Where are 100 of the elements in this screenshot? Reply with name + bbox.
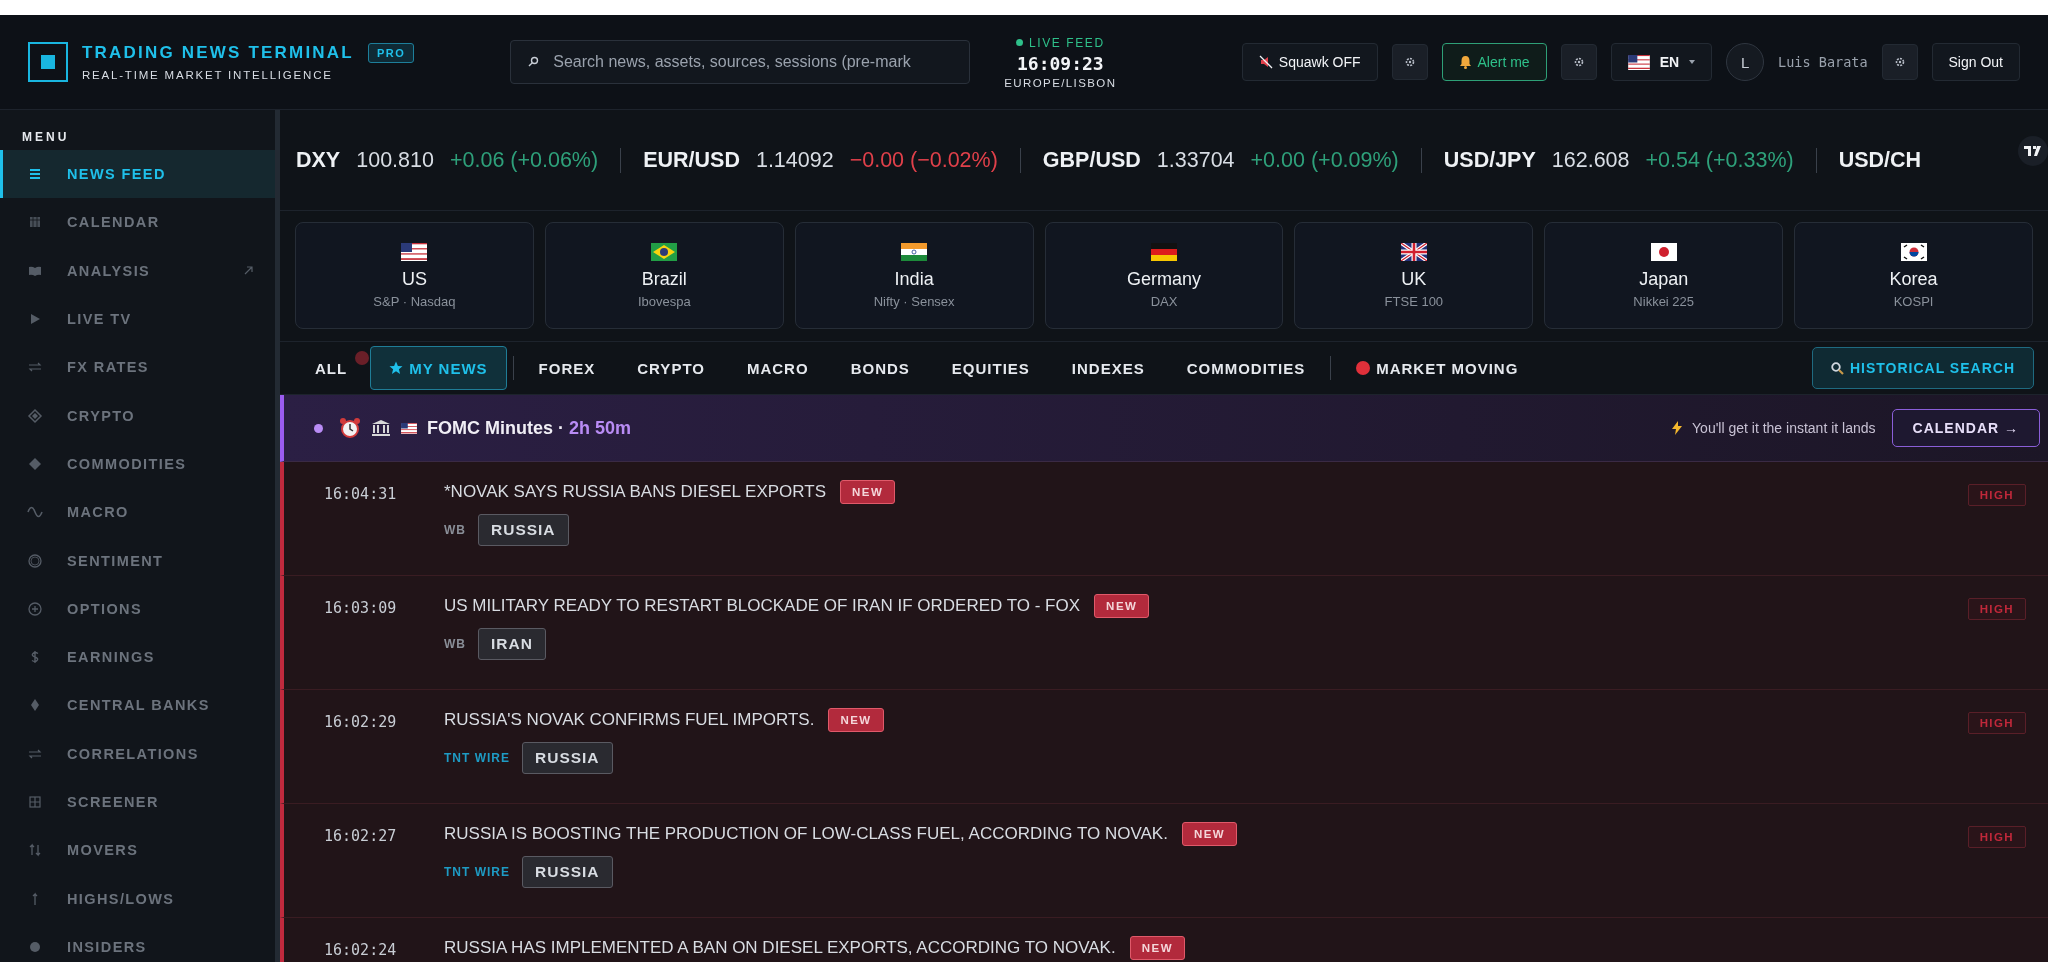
filter-tab[interactable]: MACRO bbox=[727, 346, 828, 390]
filter-tab[interactable]: INDEXES bbox=[1052, 346, 1164, 390]
user-name: Luis Barata bbox=[1778, 54, 1868, 70]
clock-time: 16:09:23 bbox=[1017, 52, 1104, 74]
news-time: 16:04:31 bbox=[324, 484, 398, 505]
filter-tab[interactable]: MARKET MOVING bbox=[1337, 346, 1538, 390]
pro-badge: PRO bbox=[367, 43, 415, 63]
sidebar-item[interactable]: MOVERS bbox=[0, 826, 275, 875]
news-tag[interactable]: IRAN bbox=[478, 628, 546, 660]
alert-settings-button[interactable] bbox=[1560, 44, 1597, 80]
new-badge: NEW bbox=[1094, 594, 1150, 618]
market-card[interactable]: US S&P · Nasdaq bbox=[295, 222, 534, 329]
sidebar-item[interactable]: ANALYSIS bbox=[0, 246, 275, 295]
ticker-price: 162.608 bbox=[1551, 147, 1630, 173]
news-headline: RUSSIA'S NOVAK CONFIRMS FUEL IMPORTS. bbox=[444, 710, 815, 730]
news-headline: *NOVAK SAYS RUSSIA BANS DIESEL EXPORTS bbox=[444, 482, 826, 502]
ticker-change: +0.06 (+0.06%) bbox=[449, 147, 599, 173]
sidebar-item[interactable]: EARNINGS bbox=[0, 632, 275, 682]
ticker-symbol: EUR/USD bbox=[643, 147, 740, 173]
language-selector[interactable]: EN bbox=[1610, 43, 1713, 81]
news-headline: US MILITARY READY TO RESTART BLOCKADE OF IRAN IF ORDERED TO - FOX bbox=[444, 596, 1081, 616]
squawk-settings-button[interactable] bbox=[1391, 44, 1428, 80]
new-badge: NEW bbox=[840, 480, 896, 504]
historical-search-button[interactable]: HISTORICAL SEARCH bbox=[1811, 347, 2034, 389]
flag-icon bbox=[1151, 242, 1177, 261]
country-name: Korea bbox=[1889, 268, 1938, 290]
index-names: Ibovespa bbox=[637, 293, 691, 309]
sidebar-item[interactable]: SCREENER bbox=[0, 777, 275, 827]
menu-icon bbox=[27, 407, 43, 424]
filter-tab[interactable]: COMMODITIES bbox=[1167, 346, 1325, 390]
search-icon bbox=[1830, 361, 1844, 375]
user-avatar[interactable]: L bbox=[1726, 43, 1765, 81]
sidebar-item[interactable]: LIVE TV bbox=[0, 294, 275, 344]
filter-tab[interactable]: CRYPTO bbox=[618, 346, 724, 390]
filter-tab[interactable]: FOREX bbox=[519, 346, 615, 390]
live-dot-icon bbox=[1015, 39, 1023, 46]
new-badge: NEW bbox=[1181, 822, 1238, 846]
country-name: UK bbox=[1401, 268, 1427, 290]
ticker-price: 1.14092 bbox=[755, 147, 834, 173]
news-tag[interactable]: RUSSIA bbox=[478, 514, 569, 546]
sign-out-button[interactable]: Sign Out bbox=[1931, 43, 2020, 81]
settings-icon bbox=[1403, 56, 1416, 68]
ticker-change: +0.54 (+0.33%) bbox=[1645, 147, 1794, 173]
filter-tab[interactable]: EQUITIES bbox=[932, 346, 1049, 390]
live-feed-label: LIVE FEED bbox=[1028, 35, 1105, 50]
sidebar-item[interactable]: FX RATES bbox=[0, 343, 275, 392]
ticker-symbol: DXY bbox=[296, 147, 341, 173]
ticker-price: 1.33704 bbox=[1156, 147, 1235, 173]
sidebar-item[interactable]: CORRELATIONS bbox=[0, 729, 275, 778]
sidebar-item[interactable]: MACRO bbox=[0, 488, 275, 537]
bank-icon bbox=[371, 419, 391, 437]
market-card[interactable]: Japan Nikkei 225 bbox=[1544, 222, 1784, 329]
index-names: DAX bbox=[1150, 293, 1178, 309]
new-badge: NEW bbox=[828, 708, 884, 732]
news-tag[interactable]: RUSSIA bbox=[522, 742, 613, 774]
search-field[interactable]: Search news, assets, sources, sessions (pre-mark bbox=[510, 40, 971, 84]
flag-icon bbox=[1627, 54, 1650, 70]
new-badge: NEW bbox=[1129, 936, 1186, 960]
news-item[interactable]: 16:02:24 RUSSIA HAS IMPLEMENTED A BAN ON DIESEL EXPORTS, ACCORDING TO NOVAK. NEW bbox=[280, 918, 2048, 962]
news-source: TNT WIRE bbox=[444, 865, 510, 879]
alert-dot-icon bbox=[1356, 361, 1371, 375]
filter-tab[interactable]: ALL bbox=[314, 346, 367, 390]
flag-icon bbox=[401, 422, 417, 434]
market-card[interactable]: India Nifty · Sensex bbox=[794, 222, 1034, 329]
market-card[interactable]: Brazil Ibovespa bbox=[544, 222, 784, 329]
news-headline: RUSSIA HAS IMPLEMENTED A BAN ON DIESEL EXPORTS, ACCORDING TO NOVAK. bbox=[444, 938, 1116, 958]
user-settings-button[interactable] bbox=[1881, 44, 1918, 80]
squawk-button[interactable]: Squawk OFF bbox=[1241, 43, 1378, 81]
news-item[interactable]: 16:03:09 US MILITARY READY TO RESTART BLOCKADE OF IRAN IF ORDERED TO - FOX NEW WB IRAN HIGH bbox=[280, 576, 2048, 690]
sidebar-item[interactable]: INSIDERS bbox=[0, 922, 275, 962]
event-title: FOMC Minutes · 2h 50m bbox=[427, 417, 632, 439]
menu-icon bbox=[27, 794, 43, 810]
news-item[interactable]: 16:04:31 *NOVAK SAYS RUSSIA BANS DIESEL EXPORTS NEW WB RUSSIA HIGH bbox=[280, 462, 2048, 576]
ticker-price: 100.810 bbox=[356, 147, 434, 173]
menu-icon bbox=[27, 600, 43, 617]
filter-tab[interactable]: BONDS bbox=[831, 346, 929, 390]
sidebar-item[interactable]: CRYPTO bbox=[0, 391, 275, 440]
app-subtitle: REAL-TIME MARKET INTELLIGENCE bbox=[82, 69, 334, 81]
calendar-button[interactable]: CALENDAR → bbox=[1891, 409, 2040, 447]
chart-logo-icon bbox=[2018, 136, 2048, 166]
news-item[interactable]: 16:02:29 RUSSIA'S NOVAK CONFIRMS FUEL IMPORTS. NEW TNT WIRE RUSSIA HIGH bbox=[280, 690, 2048, 804]
market-card[interactable]: Germany DAX bbox=[1044, 222, 1284, 329]
market-card[interactable]: Korea KOSPI bbox=[1794, 222, 2033, 329]
news-item[interactable]: 16:02:27 RUSSIA IS BOOSTING THE PRODUCTION OF LOW-CLASS FUEL, ACCORDING TO NOVAK. NEW TNT WIRE RUSSIA HIGH bbox=[280, 804, 2048, 918]
index-names: KOSPI bbox=[1893, 293, 1934, 309]
sidebar-item[interactable]: CALENDAR bbox=[0, 198, 275, 247]
index-names: Nifty · Sensex bbox=[873, 293, 955, 309]
news-headline: RUSSIA IS BOOSTING THE PRODUCTION OF LOW-CLASS FUEL, ACCORDING TO NOVAK. bbox=[444, 824, 1168, 844]
market-card[interactable]: UK FTSE 100 bbox=[1294, 222, 1534, 329]
sidebar-item[interactable]: SENTIMENT bbox=[0, 536, 275, 585]
sidebar-item[interactable]: NEWS FEED bbox=[0, 150, 275, 199]
sidebar-item[interactable]: HIGHS/LOWS bbox=[0, 874, 275, 923]
index-names: S&P · Nasdaq bbox=[373, 293, 456, 309]
news-time: 16:02:24 bbox=[324, 940, 398, 961]
sidebar-item[interactable]: COMMODITIES bbox=[0, 439, 275, 489]
alert-button[interactable]: Alert me bbox=[1441, 43, 1547, 81]
filter-tab[interactable]: MY NEWS bbox=[370, 346, 507, 390]
sidebar-item[interactable]: CENTRAL BANKS bbox=[0, 681, 275, 730]
news-tag[interactable]: RUSSIA bbox=[522, 856, 613, 888]
sidebar-item[interactable]: OPTIONS bbox=[0, 584, 275, 633]
